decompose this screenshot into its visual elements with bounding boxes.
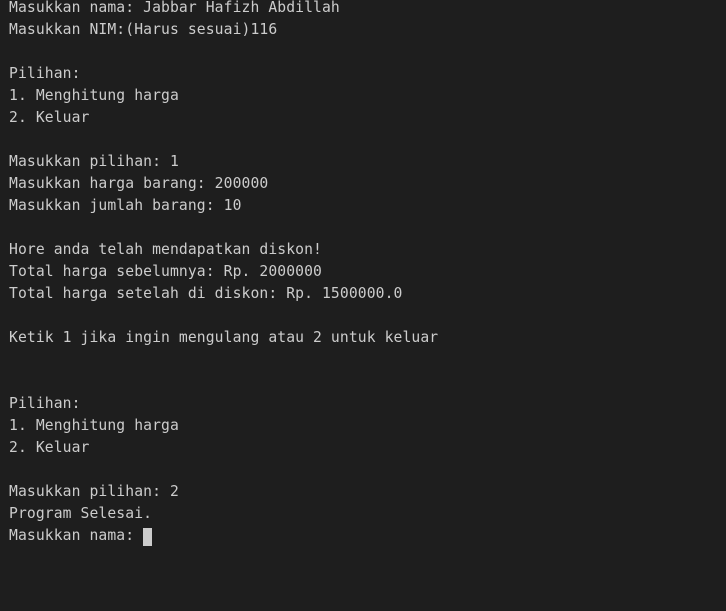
output-line: Masukkan NIM:(Harus sesuai)116 xyxy=(9,21,278,38)
output-line: Masukkan harga barang: 200000 xyxy=(9,175,269,192)
output-line: Masukkan jumlah barang: 10 xyxy=(9,197,242,214)
output-line: Hore anda telah mendapatkan diskon! xyxy=(9,241,322,258)
output-line: 2. Keluar xyxy=(9,439,90,456)
output-line: Masukkan nama: Jabbar Hafizh Abdillah xyxy=(9,0,340,16)
output-line: Pilihan: xyxy=(9,395,81,412)
output-line: Pilihan: xyxy=(9,65,81,82)
output-line: 1. Menghitung harga xyxy=(9,417,179,434)
text-cursor xyxy=(143,527,153,546)
output-line: Total harga sebelumnya: Rp. 2000000 xyxy=(9,263,322,280)
output-line: Masukkan pilihan: 1 xyxy=(9,153,179,170)
input-prompt-line[interactable]: Masukkan nama: xyxy=(9,525,726,547)
input-prompt: Masukkan nama: xyxy=(9,527,144,544)
output-line: Program Selesai. xyxy=(9,505,153,522)
output-line: Masukkan pilihan: 2 xyxy=(9,483,179,500)
output-line: 2. Keluar xyxy=(9,109,90,126)
terminal-output[interactable]: Masukkan nama: Jabbar Hafizh Abdillah Ma… xyxy=(0,0,726,611)
output-line: 1. Menghitung harga xyxy=(9,87,179,104)
output-line: Ketik 1 jika ingin mengulang atau 2 untu… xyxy=(9,329,439,346)
output-line: Total harga setelah di diskon: Rp. 15000… xyxy=(9,285,403,302)
